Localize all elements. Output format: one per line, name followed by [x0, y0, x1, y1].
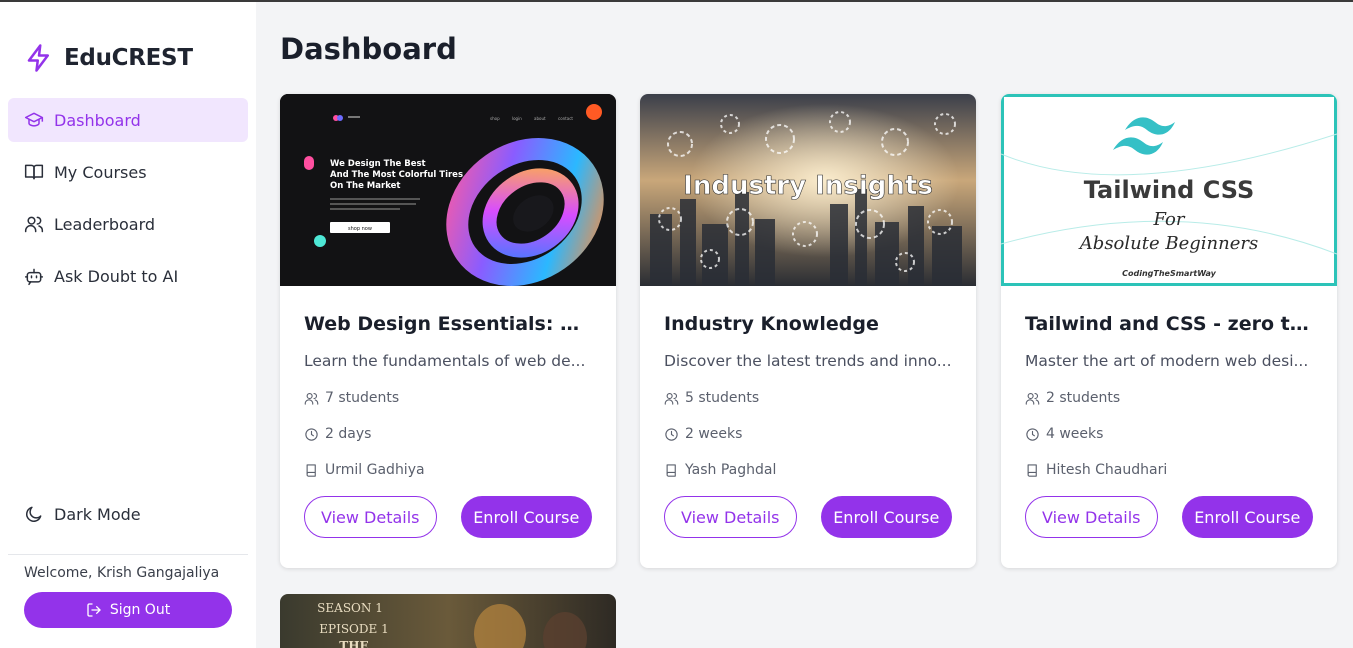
course-card: shop login about contact We Design The B… [280, 94, 616, 568]
dark-mode-toggle[interactable]: Dark Mode [24, 504, 141, 524]
thumb-nav-contact: contact [558, 116, 573, 121]
sidebar: EduCREST Dashboard My Courses Leaderboar… [0, 2, 256, 648]
thumb-headline-1: We Design The Best [330, 159, 426, 169]
sidebar-item-label: Dashboard [54, 110, 141, 130]
course-image: Tailwind CSS For Absolute Beginners Codi… [1001, 94, 1337, 286]
book-icon [306, 463, 316, 477]
duration-text: 2 weeks [685, 426, 743, 442]
thumb-the: THE [339, 639, 368, 648]
lightning-icon [27, 44, 49, 72]
course-image: shop login about contact We Design The B… [280, 94, 616, 286]
thumb-for: For [1153, 209, 1186, 230]
instructor-name: Yash Paghdal [685, 462, 777, 478]
students-count: 5 students [685, 390, 760, 406]
sign-out-button[interactable]: Sign Out [24, 592, 232, 628]
thumb-codingthesmartway: CodingTheSmartWay [1122, 269, 1217, 278]
course-card-partial: SEASON 1 EPISODE 1 THE [280, 594, 616, 648]
thumb-episode: EPISODE 1 [319, 622, 388, 636]
course-duration: 2 weeks [664, 424, 952, 444]
view-details-button[interactable]: View Details [304, 496, 437, 538]
graduation-cap-icon [24, 112, 44, 127]
students-count: 2 students [1046, 390, 1121, 406]
course-instructor: Urmil Gadhiya [304, 460, 592, 480]
page-title: Dashboard [280, 32, 457, 66]
course-title: Tailwind and CSS - zero to ... [1025, 313, 1313, 335]
course-card: Tailwind CSS For Absolute Beginners Codi… [1001, 94, 1337, 568]
sidebar-item-dashboard[interactable]: Dashboard [8, 98, 248, 142]
sidebar-item-label: Ask Doubt to AI [54, 266, 179, 286]
sign-out-icon [87, 603, 101, 617]
course-card: Industry Insights Industry Knowledge Dis… [640, 94, 976, 568]
instructor-name: Hitesh Chaudhari [1046, 462, 1168, 478]
course-instructor: Hitesh Chaudhari [1025, 460, 1313, 480]
clock-icon [1026, 427, 1039, 441]
book-open-icon [24, 164, 44, 180]
enroll-course-button[interactable]: Enroll Course [1181, 496, 1313, 538]
duration-text: 4 weeks [1046, 426, 1104, 442]
users-icon [664, 392, 679, 405]
book-icon [666, 463, 676, 477]
clock-icon [305, 427, 318, 441]
clock-icon [665, 427, 678, 441]
course-description: Learn the fundamentals of web de... [304, 352, 586, 370]
welcome-text: Welcome, Krish Gangajaliya [24, 565, 220, 581]
sidebar-item-my-courses[interactable]: My Courses [8, 150, 248, 194]
course-thumbnail: Tailwind CSS For Absolute Beginners Codi… [1001, 94, 1337, 286]
course-duration: 4 weeks [1025, 424, 1313, 444]
sidebar-item-label: Leaderboard [54, 214, 156, 234]
thumb-nav-about: about [534, 116, 546, 121]
course-description: Master the art of modern web desi... [1025, 352, 1309, 370]
thumb-shop-button: shop now [348, 226, 372, 232]
book-icon [1027, 463, 1037, 477]
course-image: Industry Insights [640, 94, 976, 286]
duration-text: 2 days [325, 426, 372, 442]
thumb-nav-shop: shop [490, 116, 500, 121]
course-instructor: Yash Paghdal [664, 460, 952, 480]
enroll-course-button[interactable]: Enroll Course [460, 496, 592, 538]
divider [8, 554, 248, 555]
course-students: 2 students [1025, 388, 1313, 408]
course-description: Discover the latest trends and inno... [664, 352, 952, 370]
bot-icon [24, 268, 44, 286]
moon-icon [26, 506, 42, 522]
instructor-name: Urmil Gadhiya [325, 462, 425, 478]
sidebar-item-leaderboard[interactable]: Leaderboard [8, 202, 248, 246]
thumb-headline-2: And The Most Colorful Tires [330, 170, 463, 180]
course-duration: 2 days [304, 424, 592, 444]
sidebar-item-ask-doubt[interactable]: Ask Doubt to AI [8, 254, 248, 298]
view-details-button[interactable]: View Details [664, 496, 797, 538]
thumb-industry-insights: Industry Insights [683, 171, 933, 201]
course-students: 5 students [664, 388, 952, 408]
thumb-tailwind-title: Tailwind CSS [1084, 176, 1255, 204]
course-image: SEASON 1 EPISODE 1 THE [280, 594, 616, 648]
course-thumbnail: Industry Insights [640, 94, 976, 286]
course-students: 7 students [304, 388, 592, 408]
users-icon [304, 392, 319, 405]
course-title: Web Design Essentials: Cre... [304, 313, 592, 335]
thumb-season: SEASON 1 [317, 601, 383, 615]
course-title: Industry Knowledge [664, 313, 879, 335]
sign-out-label: Sign Out [109, 602, 171, 618]
brand[interactable]: EduCREST [24, 42, 193, 74]
sidebar-nav: Dashboard My Courses Leaderboard Ask Dou… [8, 98, 248, 306]
enroll-course-button[interactable]: Enroll Course [820, 496, 952, 538]
users-icon [1025, 392, 1040, 405]
dark-mode-label: Dark Mode [54, 504, 141, 524]
thumb-nav-login: login [512, 116, 522, 121]
course-thumbnail: shop login about contact We Design The B… [280, 94, 616, 286]
students-count: 7 students [325, 390, 400, 406]
users-icon [24, 216, 44, 233]
sidebar-item-label: My Courses [54, 162, 147, 182]
thumb-absolute-beginners: Absolute Beginners [1078, 233, 1258, 254]
brand-name: EduCREST [64, 45, 193, 71]
thumb-headline-3: On The Market [330, 181, 400, 191]
view-details-button[interactable]: View Details [1025, 496, 1158, 538]
